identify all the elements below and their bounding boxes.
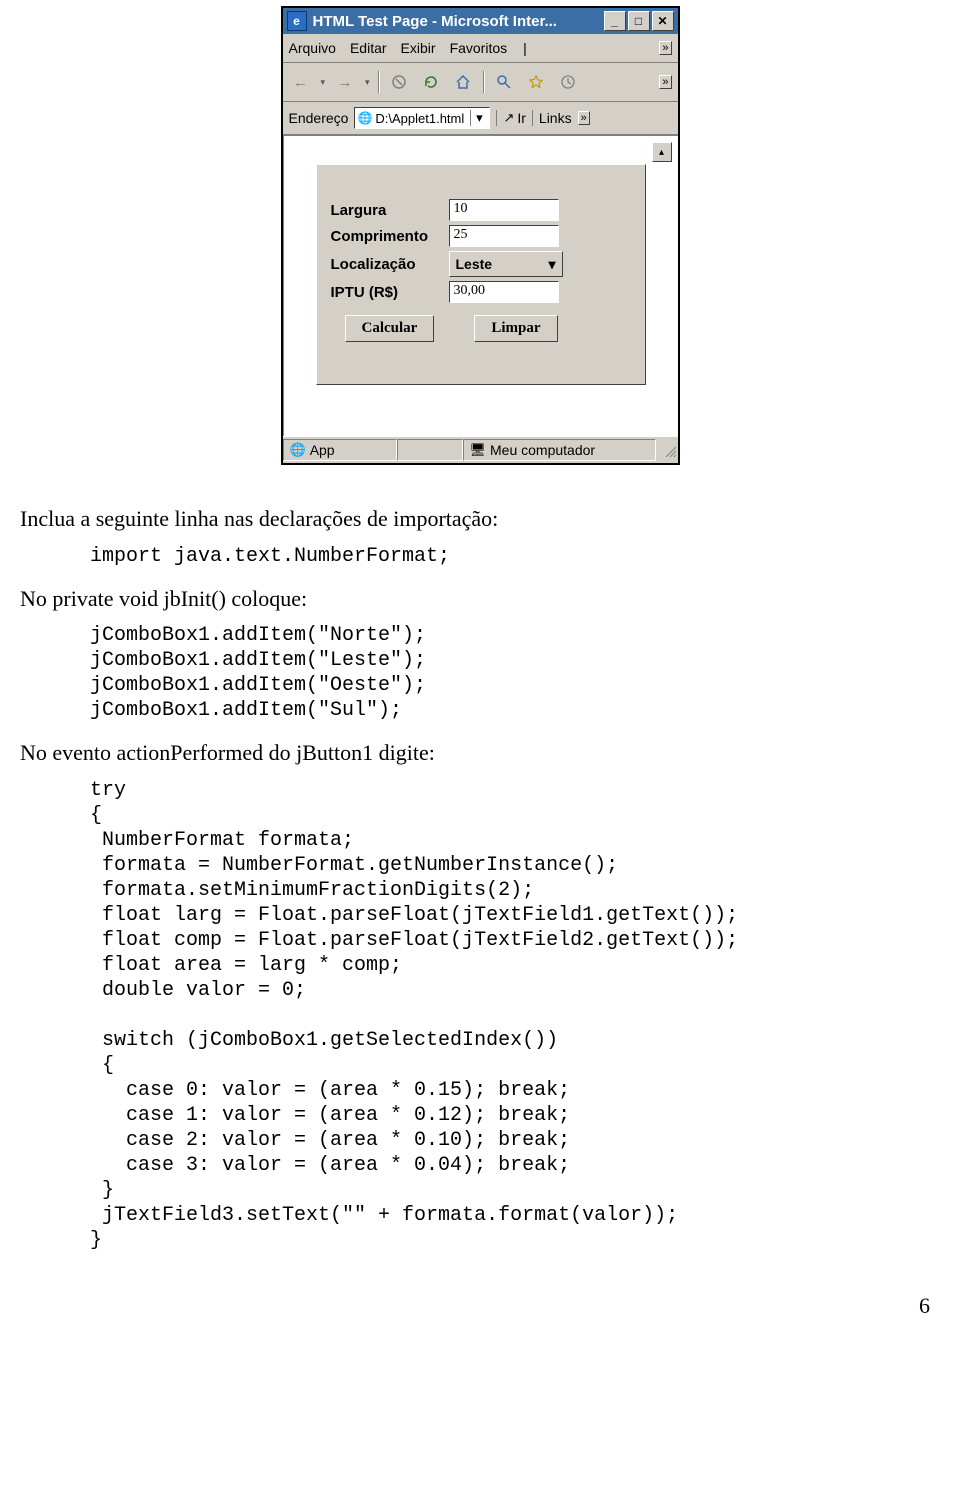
paragraph-1: Inclua a seguinte linha nas declarações … xyxy=(20,505,940,534)
history-button[interactable] xyxy=(556,71,580,93)
code-block-2: jComboBox1.addItem("Norte"); jComboBox1.… xyxy=(90,623,940,723)
localizacao-value: Leste xyxy=(456,256,493,272)
page-number: 6 xyxy=(20,1293,940,1319)
code-block-1: import java.text.NumberFormat; xyxy=(90,544,940,569)
statusbar: 🌐 App 🖥 Meu computador xyxy=(283,436,678,463)
menu-overflow[interactable]: | xyxy=(523,40,527,56)
toolbar-chevron-icon[interactable]: » xyxy=(659,75,671,89)
status-app-text: App xyxy=(310,442,335,458)
chevron-down-icon: ▾ xyxy=(548,256,555,273)
address-bar: Endereço 🌐 D:\Applet1.html ▾ ↗ Ir Links … xyxy=(283,102,678,135)
address-input[interactable]: 🌐 D:\Applet1.html ▾ xyxy=(354,107,490,129)
ie-icon: e xyxy=(287,11,307,31)
address-dropdown-icon[interactable]: ▾ xyxy=(470,110,487,126)
comprimento-label: Comprimento xyxy=(331,228,449,245)
home-button[interactable] xyxy=(451,71,475,93)
localizacao-label: Localização xyxy=(331,256,449,273)
page-icon: 🌐 xyxy=(357,111,372,125)
content-area: ▴ Largura 10 Comprimento 25 Localização … xyxy=(283,135,678,436)
menu-chevron-icon[interactable]: » xyxy=(659,41,671,55)
search-button[interactable] xyxy=(492,71,516,93)
links-chevron-icon[interactable]: » xyxy=(578,111,590,125)
scroll-up-button[interactable]: ▴ xyxy=(652,142,672,162)
largura-input[interactable]: 10 xyxy=(449,199,559,221)
toolbar-separator xyxy=(483,71,484,93)
toolbar-separator xyxy=(378,71,379,93)
stop-button[interactable] xyxy=(387,71,411,93)
code-block-3: try { NumberFormat formata; formata = Nu… xyxy=(90,778,940,1253)
localizacao-select[interactable]: Leste ▾ xyxy=(449,251,563,277)
menu-editar[interactable]: Editar xyxy=(350,40,387,56)
computer-icon: 🖥 xyxy=(470,442,487,458)
minimize-button[interactable]: _ xyxy=(604,11,626,31)
applet-panel: Largura 10 Comprimento 25 Localização Le… xyxy=(316,164,646,385)
resize-grip[interactable] xyxy=(656,441,678,459)
go-icon: ↗ xyxy=(503,110,514,126)
titlebar: e HTML Test Page - Microsoft Inter... _ … xyxy=(283,8,678,34)
status-page-icon: 🌐 xyxy=(290,442,306,458)
iptu-label: IPTU (R$) xyxy=(331,284,449,301)
refresh-button[interactable] xyxy=(419,71,443,93)
menubar: Arquivo Editar Exibir Favoritos | » xyxy=(283,34,678,63)
address-value: D:\Applet1.html xyxy=(375,111,464,126)
status-zone-text: Meu computador xyxy=(490,442,595,458)
paragraph-2: No private void jbInit() coloque: xyxy=(20,585,940,614)
menu-exibir[interactable]: Exibir xyxy=(401,40,436,56)
screenshot-container: e HTML Test Page - Microsoft Inter... _ … xyxy=(20,6,940,465)
forward-button[interactable]: → xyxy=(333,71,357,93)
iptu-input[interactable]: 30,00 xyxy=(449,281,559,303)
menu-favoritos[interactable]: Favoritos xyxy=(450,40,508,56)
paragraph-3: No evento actionPerformed do jButton1 di… xyxy=(20,739,940,768)
comprimento-input[interactable]: 25 xyxy=(449,225,559,247)
links-label[interactable]: Links xyxy=(539,110,572,126)
close-button[interactable]: ✕ xyxy=(652,11,674,31)
back-button[interactable]: ← xyxy=(289,71,313,93)
largura-label: Largura xyxy=(331,202,449,219)
browser-window: e HTML Test Page - Microsoft Inter... _ … xyxy=(281,6,680,465)
window-title: HTML Test Page - Microsoft Inter... xyxy=(313,13,602,30)
limpar-button[interactable]: Limpar xyxy=(474,315,557,342)
go-label: Ir xyxy=(517,110,526,126)
go-button[interactable]: ↗ Ir xyxy=(496,110,525,126)
menu-arquivo[interactable]: Arquivo xyxy=(289,40,336,56)
calcular-button[interactable]: Calcular xyxy=(345,315,435,342)
address-label: Endereço xyxy=(289,110,349,126)
toolbar: ← ▾ → ▾ xyxy=(283,63,678,102)
favorites-button[interactable] xyxy=(524,71,548,93)
maximize-button[interactable]: □ xyxy=(628,11,650,31)
